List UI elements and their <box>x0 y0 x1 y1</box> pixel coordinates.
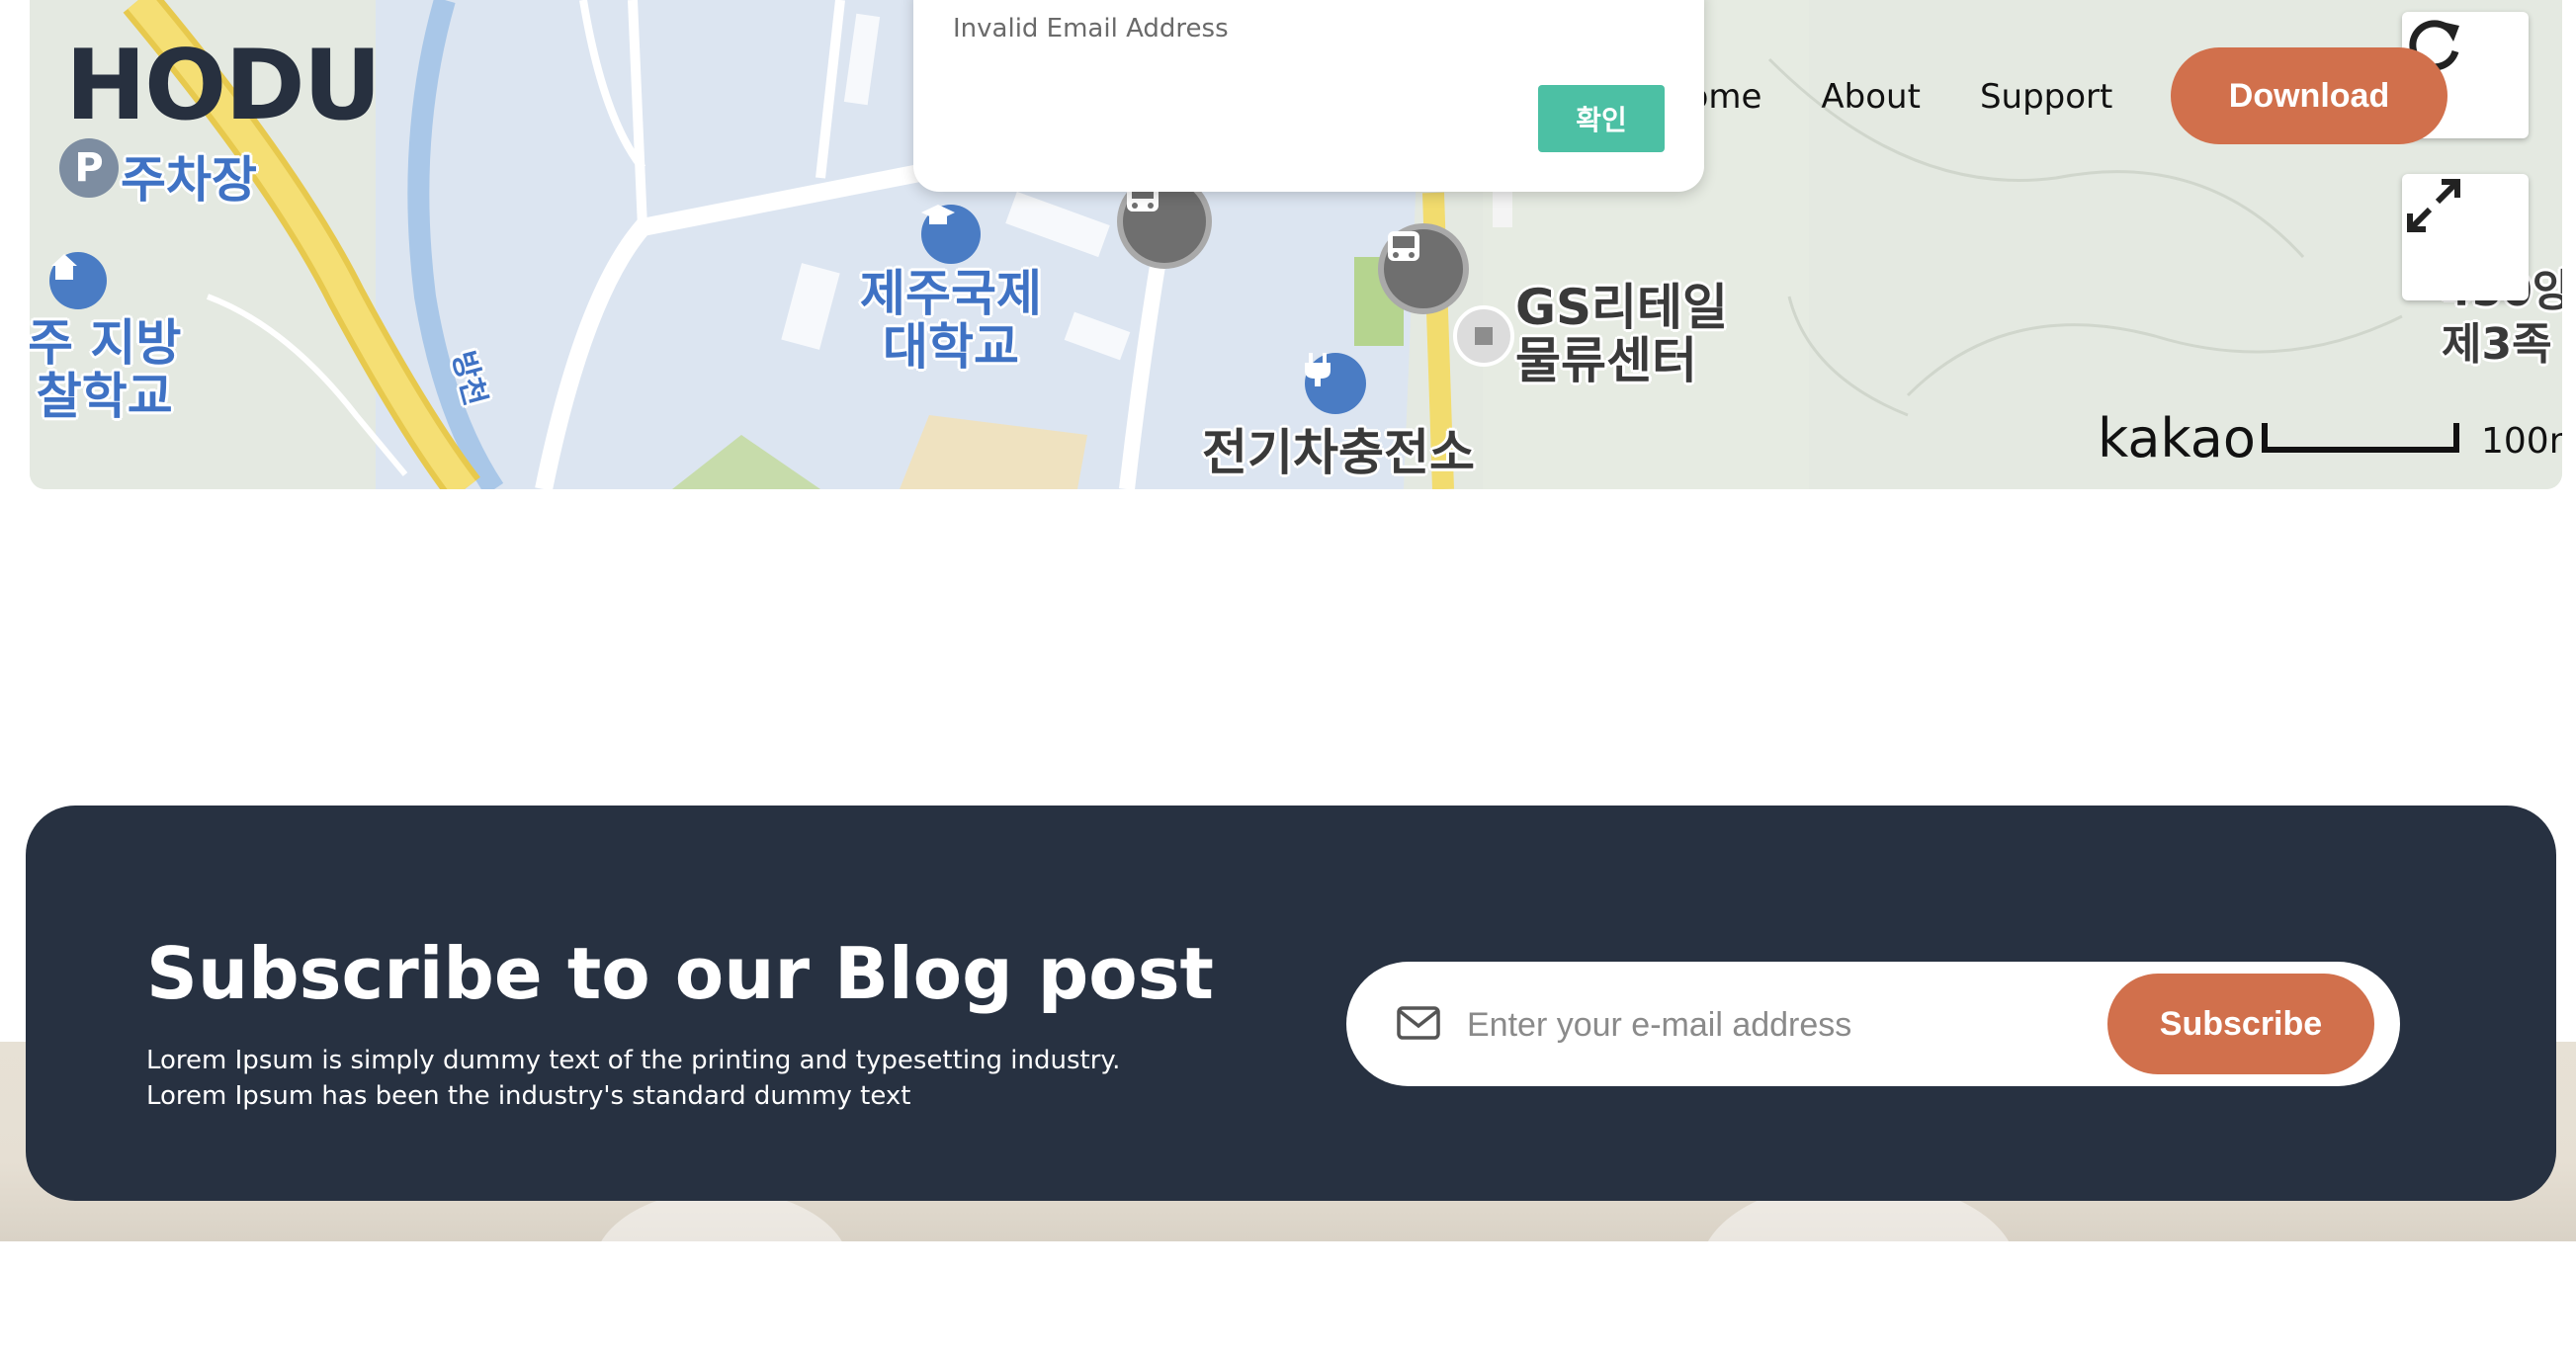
map-label-university: 제주국제 대학교 <box>860 267 1042 374</box>
subscribe-description: Lorem Ipsum is simply dummy text of the … <box>146 1043 1135 1114</box>
alert-dialog: Invalid Email Address 확인 <box>913 0 1704 192</box>
brand-logo[interactable]: HODU <box>65 38 382 134</box>
map-provider-logo[interactable]: kakao <box>2098 407 2256 469</box>
subscribe-form: Subscribe <box>1346 962 2400 1086</box>
map-label-gs-line1: GS리테일 <box>1515 279 1729 336</box>
alert-confirm-button[interactable]: 확인 <box>1538 85 1665 152</box>
map-label-university-line2: 대학교 <box>883 318 1019 376</box>
map-label-police-line1: 주 지방 <box>30 314 182 372</box>
bus-stop-icon[interactable] <box>1378 223 1469 314</box>
map-label-gs-line2: 물류센터 <box>1515 332 1697 389</box>
map-scale-bar <box>2262 423 2459 453</box>
map-label-police: 주 지방 찰학교 <box>30 316 181 423</box>
mail-icon <box>1397 1006 1440 1040</box>
subscribe-section: Subscribe to our Blog post Lorem Ipsum i… <box>26 806 2556 1201</box>
subscribe-description-line1: Lorem Ipsum is simply dummy text of the … <box>146 1046 1121 1075</box>
parking-icon: P <box>59 138 119 198</box>
nav-support[interactable]: Support <box>1980 77 2112 117</box>
university-icon <box>921 205 981 264</box>
nav-about[interactable]: About <box>1821 77 1921 117</box>
map-label-police-line2: 찰학교 <box>36 368 173 425</box>
map-label-gs: GS리테일 물류센터 <box>1515 281 1728 387</box>
ev-charger-icon <box>1305 353 1366 414</box>
email-input[interactable] <box>1465 991 2062 1059</box>
map-fullscreen-button[interactable] <box>2402 174 2529 300</box>
download-button[interactable]: Download <box>2171 47 2447 144</box>
map-label-university-line1: 제주국제 <box>860 265 1042 322</box>
warehouse-icon <box>1453 305 1514 367</box>
expand-icon <box>2407 179 2460 232</box>
map-scale-label: 100m <box>2481 421 2562 462</box>
subscribe-button[interactable]: Subscribe <box>2107 974 2374 1074</box>
main-nav: Home About Support <box>1663 77 2112 117</box>
map-label-right-line2: 제3족 <box>2442 319 2552 370</box>
police-icon <box>49 252 107 309</box>
subscribe-title: Subscribe to our Blog post <box>146 932 1214 1015</box>
map-label-ev: 전기차충전소 <box>1202 424 1475 481</box>
map-label-parking: 주차장 <box>121 151 257 209</box>
alert-message: Invalid Email Address <box>953 14 1229 43</box>
subscribe-description-line2: Lorem Ipsum has been the industry's stan… <box>146 1081 911 1111</box>
